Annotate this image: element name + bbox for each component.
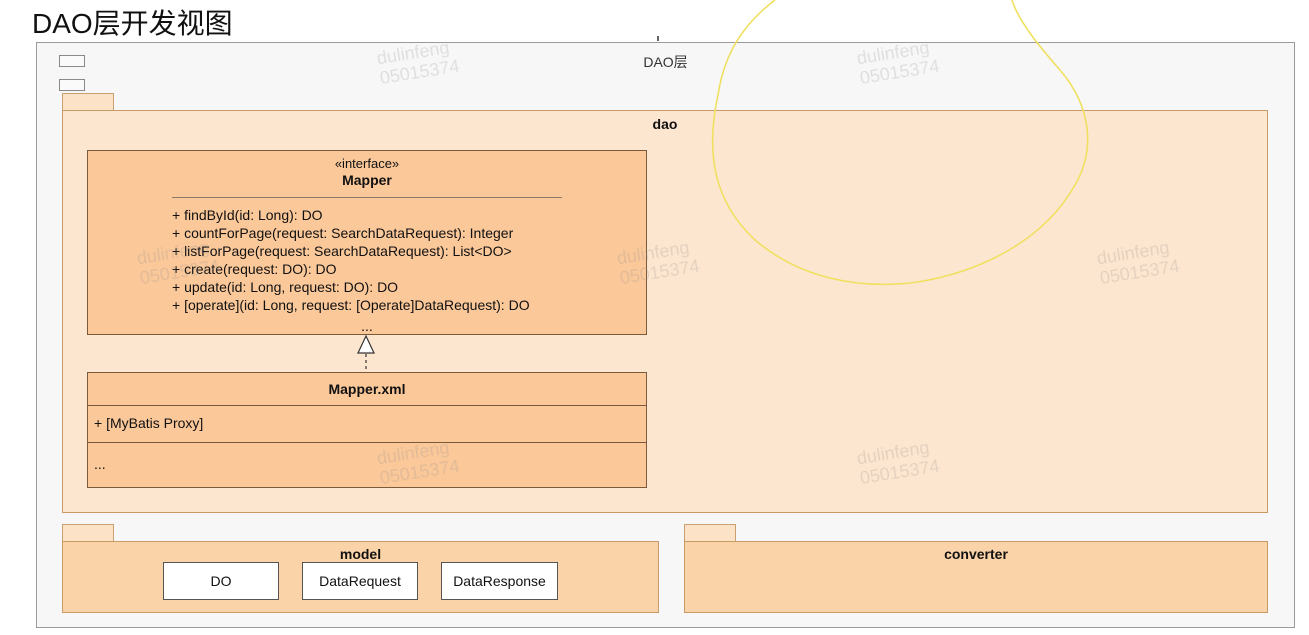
- annotation-circle: [711, 0, 1089, 286]
- realization-arrowhead: [357, 334, 375, 354]
- diagram-overlay: [357, 0, 1089, 372]
